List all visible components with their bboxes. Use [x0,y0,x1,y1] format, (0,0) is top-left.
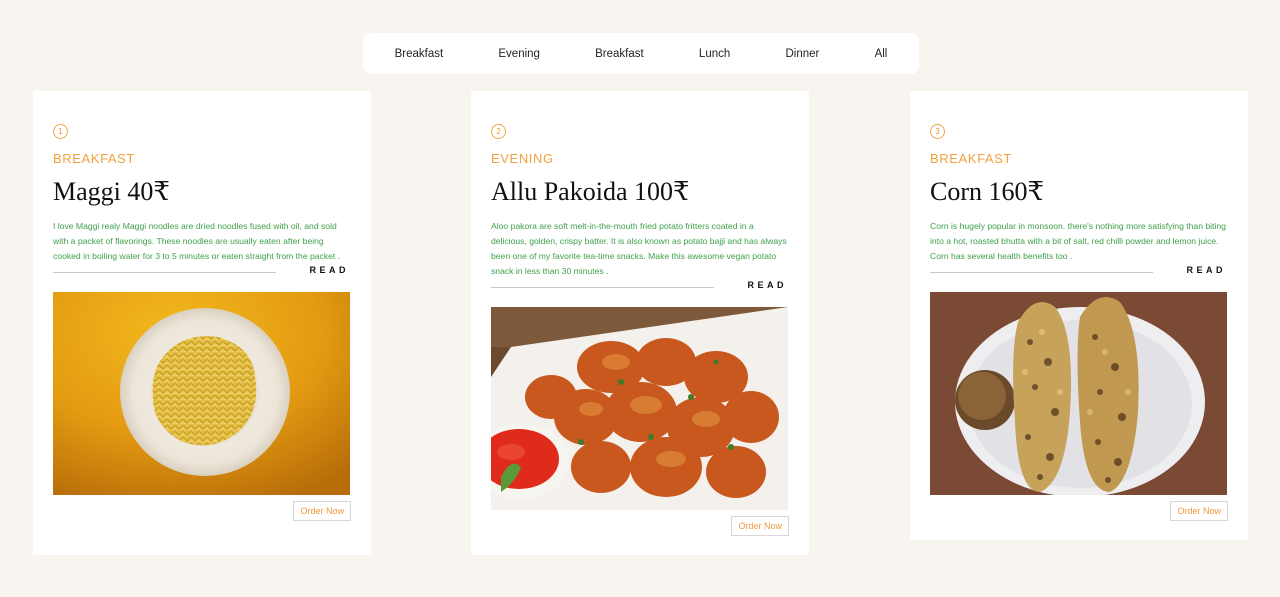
card-description: I love Maggi realy Maggi noodles are dri… [53,221,341,261]
menu-card-corn: 3 BREAKFAST Corn 160₹ Corn is hugely pop… [910,91,1248,540]
read-row: READ [491,277,789,299]
read-button[interactable]: READ [1186,265,1226,275]
card-title: Corn 160₹ [930,177,1045,206]
order-now-button[interactable]: Order Now [731,516,789,536]
order-row: Order Now [53,501,351,521]
page: Breakfast Evening Breakfast Lunch Dinner… [0,0,1280,597]
filter-lunch-button[interactable]: Lunch [693,44,736,64]
card-category: BREAKFAST [930,151,1012,166]
order-row: Order Now [930,501,1228,521]
card-number-badge: 1 [53,124,68,139]
filter-dinner-button[interactable]: Dinner [779,44,825,64]
menu-card-allu-pakoida: 2 EVENING Allu Pakoida 100₹ Aloo pakora … [471,91,809,555]
maggi-noodles-image [53,292,350,495]
potato-pakora-image [491,307,788,510]
order-row: Order Now [491,516,789,536]
divider [53,272,276,273]
filter-all-button[interactable]: All [869,44,894,64]
read-button[interactable]: READ [747,280,787,290]
roasted-corn-image [930,292,1227,495]
divider [930,272,1153,273]
filter-breakfast-button-2[interactable]: Breakfast [589,44,650,64]
card-title: Allu Pakoida 100₹ [491,177,690,206]
read-button[interactable]: READ [309,265,349,275]
card-description: Corn is hugely popular in monsoon. there… [930,221,1226,261]
card-number-badge: 3 [930,124,945,139]
divider [491,287,714,288]
order-now-button[interactable]: Order Now [293,501,351,521]
filter-evening-button[interactable]: Evening [492,44,546,64]
card-number-badge: 2 [491,124,506,139]
card-category: EVENING [491,151,554,166]
read-row: READ [930,262,1228,284]
card-category: BREAKFAST [53,151,135,166]
order-now-button[interactable]: Order Now [1170,501,1228,521]
filter-breakfast-button[interactable]: Breakfast [389,44,450,64]
card-description: Aloo pakora are soft melt-in-the-mouth f… [491,221,787,276]
menu-card-maggi: 1 BREAKFAST Maggi 40₹ I love Maggi realy… [33,91,371,555]
read-row: READ [53,262,351,284]
card-title: Maggi 40₹ [53,177,170,206]
category-filter-bar: Breakfast Evening Breakfast Lunch Dinner… [363,33,919,74]
